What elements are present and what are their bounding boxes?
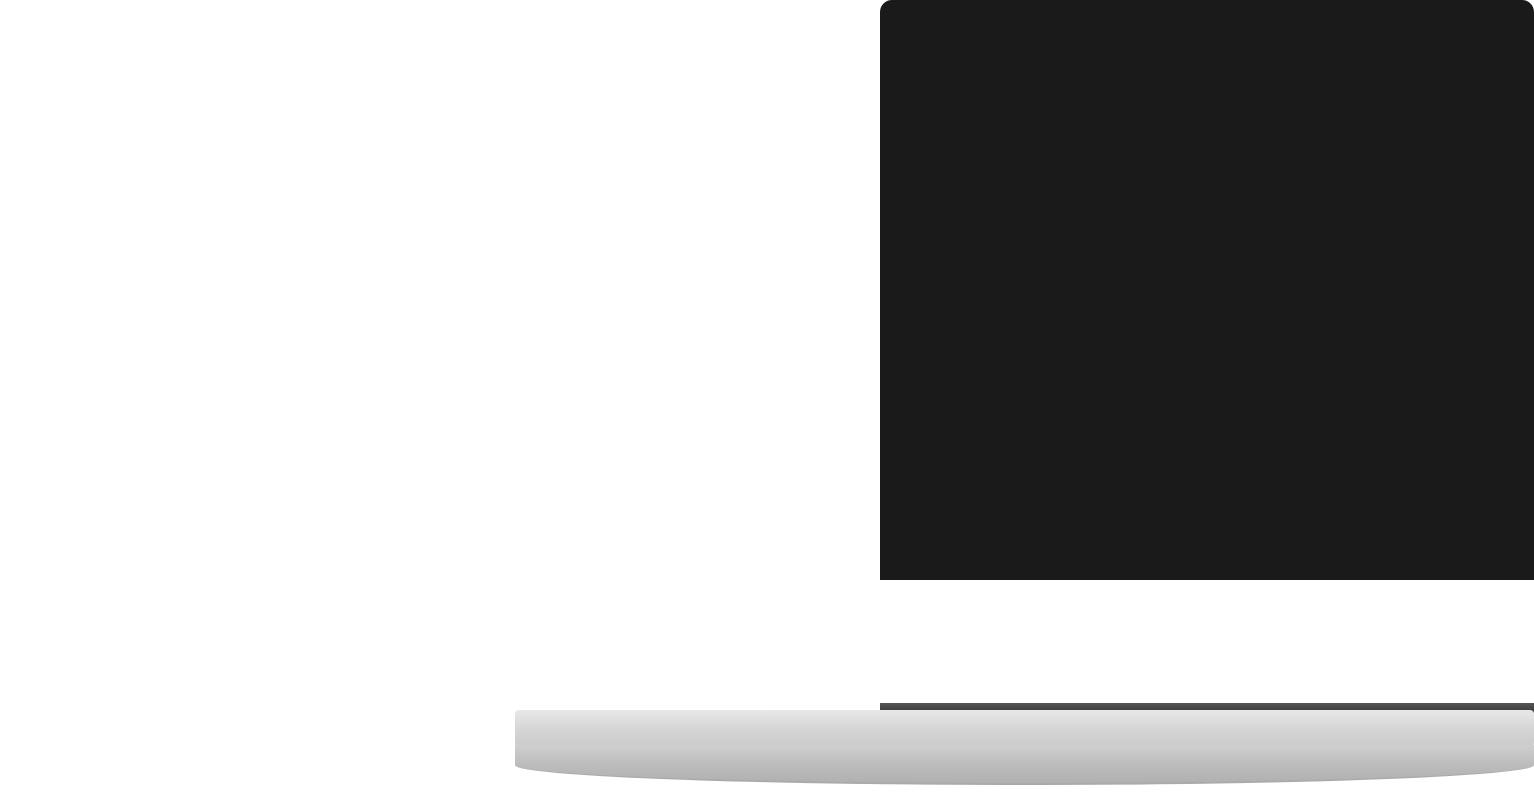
laptop-bezel: Tasks Feel blue Feel red xyxy=(880,0,1534,580)
laptop-base xyxy=(515,710,1534,750)
laptop-bottom xyxy=(515,745,1534,785)
